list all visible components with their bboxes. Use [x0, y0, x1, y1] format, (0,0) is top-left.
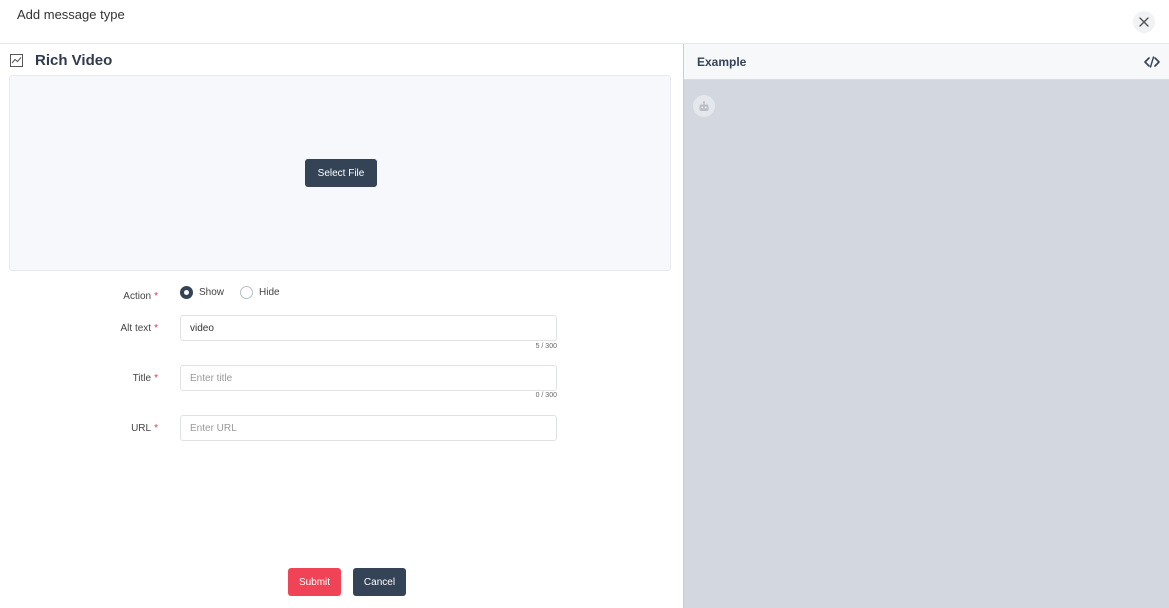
- alt-text-counter: 5 / 300: [535, 343, 557, 350]
- action-radio-group: Show Hide: [180, 286, 296, 299]
- url-input[interactable]: Enter URL: [180, 415, 557, 441]
- radio-selected-icon: [180, 286, 193, 299]
- alt-text-input[interactable]: video: [180, 315, 557, 341]
- modal-title: Add message type: [17, 7, 125, 22]
- cancel-button[interactable]: Cancel: [353, 568, 406, 596]
- chart-line-icon: [10, 53, 23, 67]
- modal-header: Add message type: [0, 0, 1169, 44]
- action-label: Action *: [123, 291, 158, 302]
- select-file-button[interactable]: Select File: [305, 159, 377, 187]
- file-dropzone[interactable]: Select File: [9, 75, 671, 271]
- section-header: Rich Video: [10, 50, 112, 70]
- section-title: Rich Video: [35, 51, 113, 69]
- preview-title: Example: [697, 55, 747, 69]
- alt-text-label: Alt text *: [120, 323, 158, 334]
- robot-icon: [693, 95, 715, 117]
- title-input[interactable]: Enter title: [180, 365, 557, 391]
- form-panel: Rich Video Select File Action * Show Hide…: [0, 44, 683, 608]
- submit-button[interactable]: Submit: [288, 568, 341, 596]
- radio-unselected-icon: [240, 286, 254, 299]
- title-counter: 0 / 300: [535, 392, 557, 399]
- preview-header: Example: [684, 44, 1169, 80]
- preview-panel: Example: [683, 44, 1169, 608]
- url-label: URL *: [131, 423, 158, 434]
- radio-hide[interactable]: Hide: [240, 286, 280, 299]
- close-icon: [1139, 17, 1149, 27]
- code-icon[interactable]: [1144, 54, 1160, 70]
- title-label: Title *: [132, 373, 158, 384]
- close-button[interactable]: [1133, 11, 1155, 33]
- radio-show[interactable]: Show: [180, 286, 224, 299]
